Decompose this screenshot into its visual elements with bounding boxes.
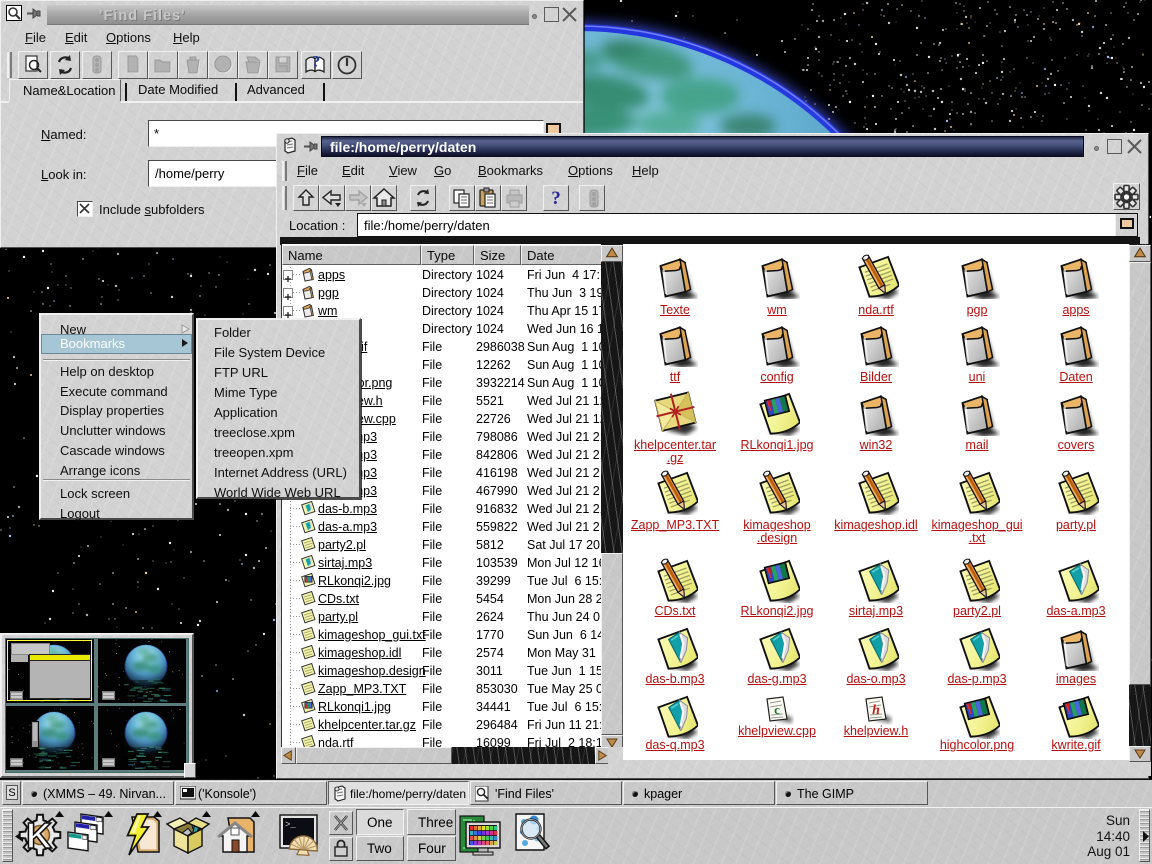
svg-text:K: K [26, 815, 52, 856]
svg-text:?: ? [551, 188, 561, 209]
svg-text:?: ? [312, 52, 321, 71]
svg-text:>_: >_ [285, 820, 296, 830]
